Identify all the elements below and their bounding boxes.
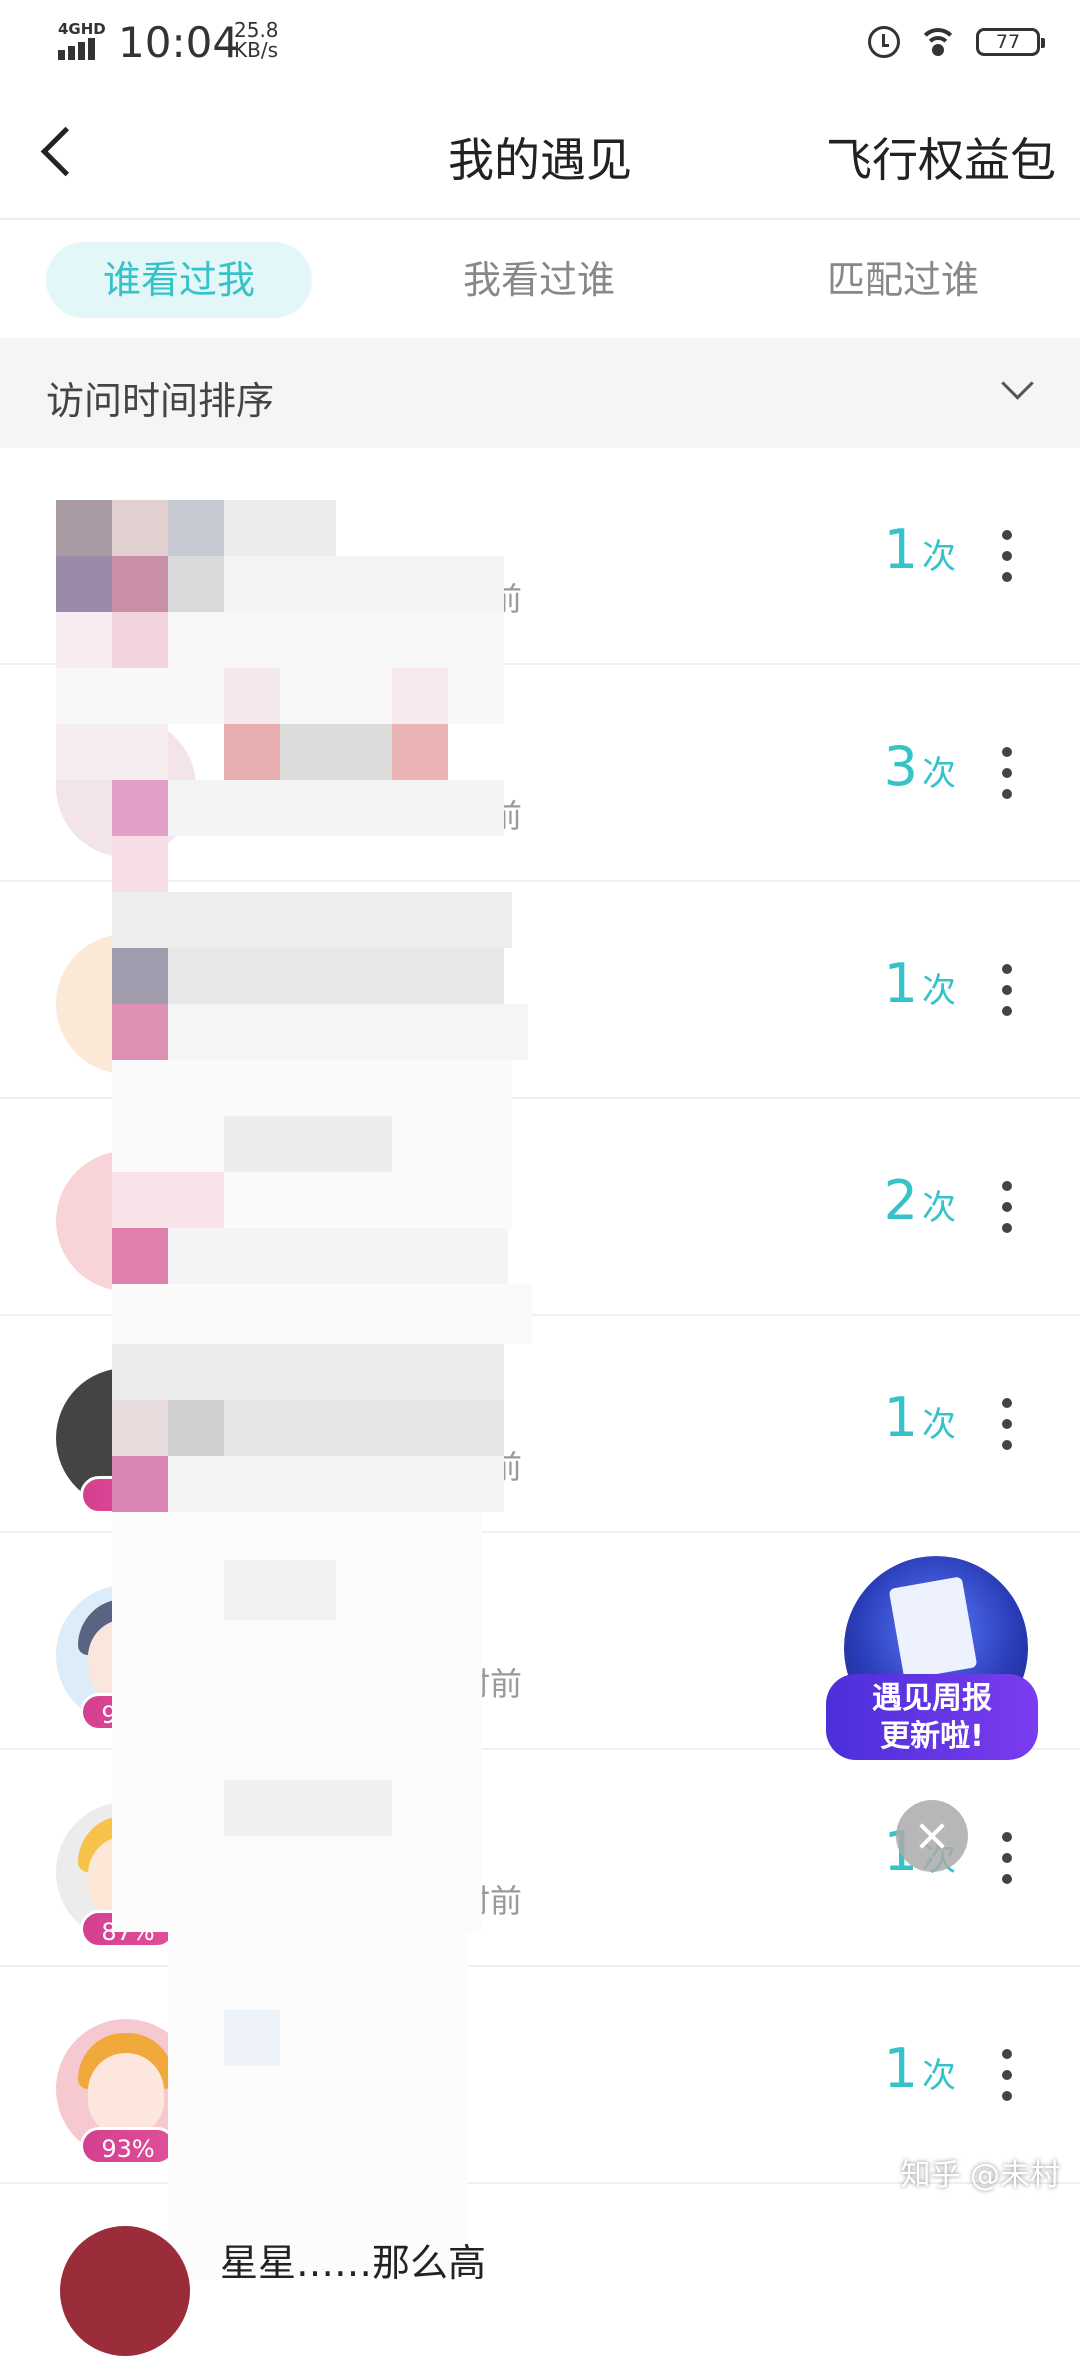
more-options-icon[interactable] <box>1002 964 1012 1016</box>
battery-level: 77 <box>995 31 1021 53</box>
match-percentage-badge: 87% <box>80 1910 176 1948</box>
match-percentage-badge: 90% <box>80 1693 176 1731</box>
more-options-icon[interactable] <box>1002 1181 1012 1233</box>
tab-who-i-viewed[interactable]: 我看过谁 <box>406 242 672 318</box>
status-bar: 4GHD 10:04 25.8 KB/s 77 <box>0 0 1080 84</box>
weekly-report-badge[interactable]: 遇见周报 更新啦! <box>826 1556 1038 1766</box>
weekly-report-line1: 遇见周报 <box>872 1681 992 1716</box>
list-item[interactable]: 前 3次 <box>0 665 1080 882</box>
visit-time: 前 <box>490 797 523 835</box>
avatar[interactable] <box>56 717 196 857</box>
list-item[interactable]: 2次 <box>0 1099 1080 1316</box>
network-type: 4GHD <box>58 20 106 38</box>
visit-time: 小时前 <box>426 1882 523 1920</box>
more-options-icon[interactable] <box>1002 1832 1012 1884</box>
clock: 10:04 <box>118 18 240 67</box>
sort-selector[interactable]: 访问时间排序 <box>0 338 1080 448</box>
visit-count-number: 1 <box>883 1386 918 1449</box>
watermark: 知乎 @未村 <box>900 2158 1060 2193</box>
visit-count-unit: 次 <box>922 1405 956 1445</box>
visit-count-number: 3 <box>883 735 918 798</box>
tab-who-i-matched[interactable]: 匹配过谁 <box>770 242 1036 318</box>
flight-benefits-button[interactable]: 飞行权益包 <box>826 124 1056 190</box>
speed-unit: KB/s <box>234 38 278 62</box>
visitor-name: 星星……那么高 <box>220 2241 487 2285</box>
speed-value: 25.8 <box>234 18 279 42</box>
weekly-report-line2: 更新啦! <box>880 1719 984 1754</box>
visit-count: 1次 <box>884 952 956 1015</box>
chevron-down-icon <box>1002 372 1032 402</box>
avatar[interactable] <box>60 2226 190 2356</box>
visit-count: 2次 <box>884 1169 956 1232</box>
signal-icon: 4GHD <box>58 20 106 60</box>
visit-count: 3次 <box>884 735 956 798</box>
visit-count-number: 2 <box>883 1169 918 1232</box>
visit-count-unit: 次 <box>922 537 956 577</box>
match-percentage-badge: 9 <box>80 1476 176 1514</box>
visit-count-number: 1 <box>883 518 918 581</box>
visit-count-unit: 次 <box>922 1188 956 1228</box>
network-speed: 25.8 KB/s <box>234 20 279 60</box>
top-app-bar: 我的遇见 飞行权益包 <box>0 84 1080 220</box>
avatar[interactable] <box>56 500 196 640</box>
wifi-icon <box>918 26 958 58</box>
battery-icon: 77 <box>976 28 1045 56</box>
visit-count: 1次 <box>884 2037 956 2100</box>
list-item[interactable]: 前 1次 <box>0 448 1080 665</box>
visit-count: 1次 <box>884 1386 956 1449</box>
alarm-icon <box>868 26 900 58</box>
visit-count-number: 1 <box>883 952 918 1015</box>
more-options-icon[interactable] <box>1002 2049 1012 2101</box>
avatar[interactable] <box>56 934 196 1074</box>
visit-count-unit: 次 <box>922 754 956 794</box>
visit-time: 时前 <box>458 1665 523 1703</box>
visit-time: 前 <box>490 1448 523 1486</box>
tab-who-viewed-me[interactable]: 谁看过我 <box>46 242 312 318</box>
visit-count: 1次 <box>884 518 956 581</box>
more-options-icon[interactable] <box>1002 1398 1012 1450</box>
visit-count-unit: 次 <box>922 971 956 1011</box>
avatar[interactable] <box>56 1151 196 1291</box>
visitor-list: 前 1次 前 3次 1次 2次 9 前 1次 90% 时前 87% 小时前 93… <box>0 448 1080 2184</box>
list-item[interactable]: 1次 <box>0 882 1080 1099</box>
close-icon[interactable] <box>896 1800 968 1872</box>
visit-time: 最近 小时前 <box>220 2099 391 2137</box>
tab-bar: 谁看过我 我看过谁 匹配过谁 <box>0 220 1080 338</box>
list-item[interactable]: 9 前 1次 <box>0 1316 1080 1533</box>
visit-count-number: 1 <box>883 2037 918 2100</box>
match-percentage-badge: 93% <box>80 2127 176 2165</box>
more-options-icon[interactable] <box>1002 530 1012 582</box>
sort-label: 访问时间排序 <box>46 379 275 423</box>
visit-time: 前 <box>490 580 523 618</box>
list-item[interactable]: 星星……那么高 <box>0 2202 1080 2356</box>
visit-count-unit: 次 <box>922 2056 956 2096</box>
more-options-icon[interactable] <box>1002 747 1012 799</box>
